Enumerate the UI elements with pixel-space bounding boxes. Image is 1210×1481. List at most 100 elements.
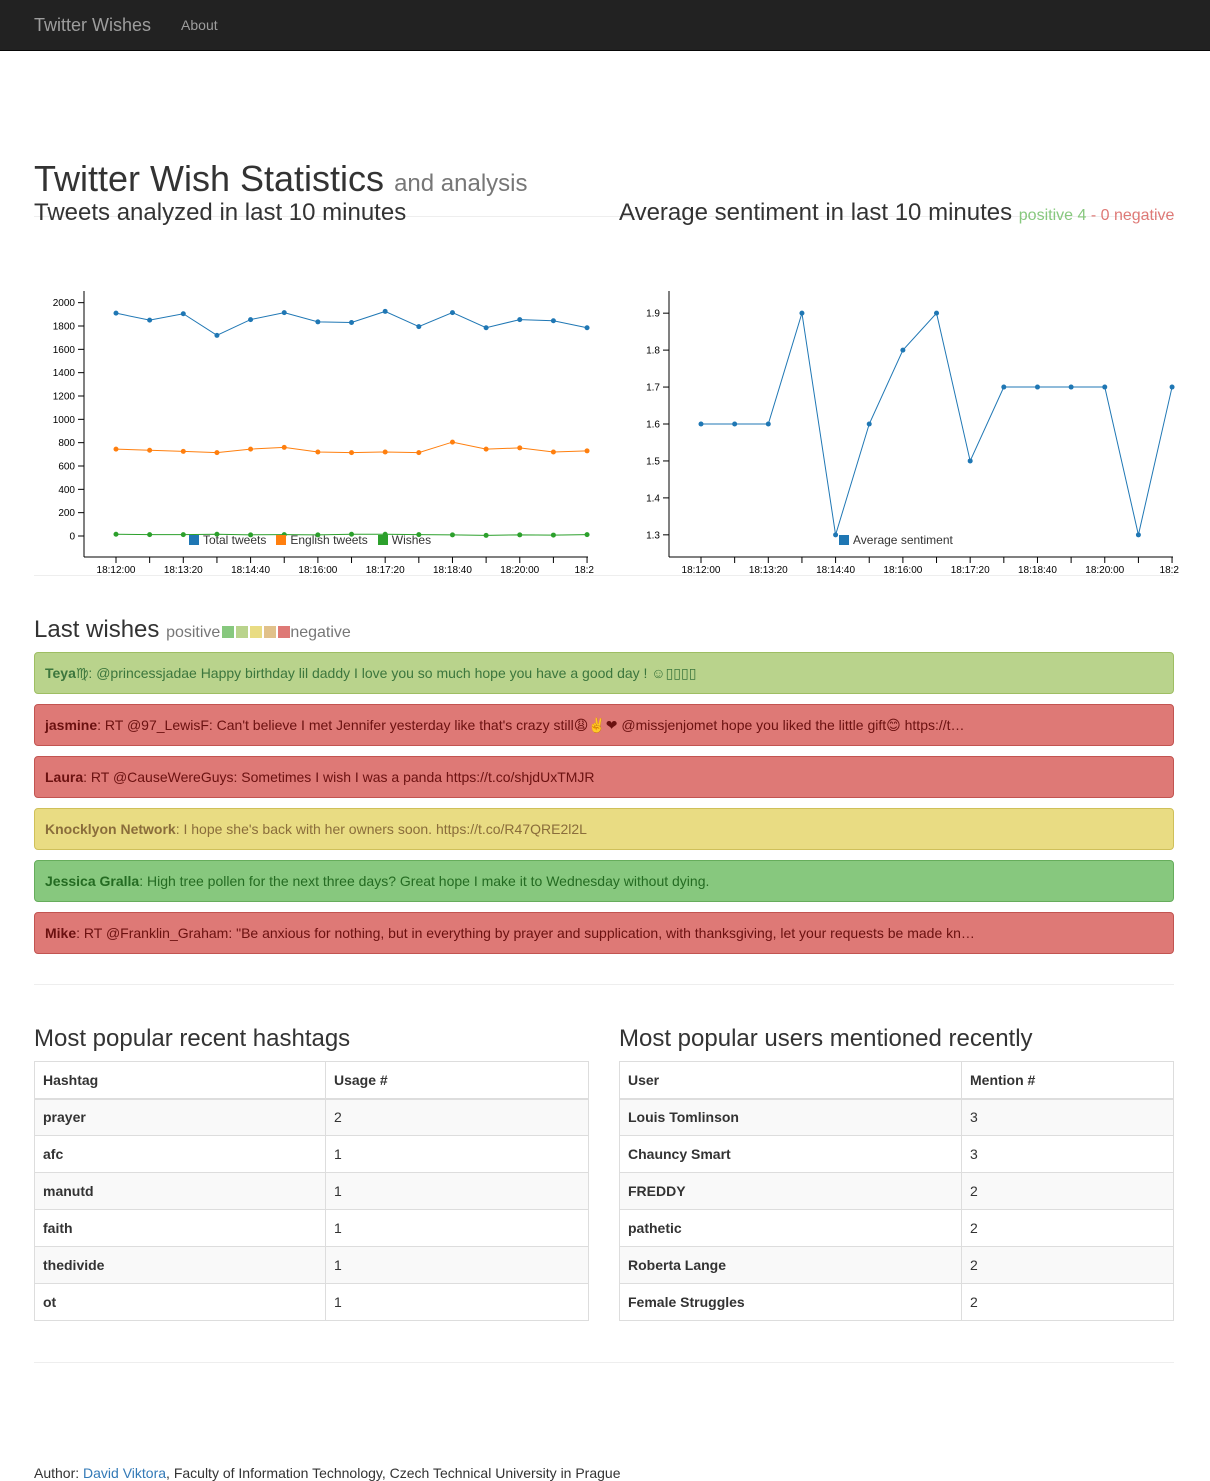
data-point[interactable] — [866, 421, 872, 427]
table-cell-name: Louis Tomlinson — [619, 1098, 962, 1136]
legend-label: Total tweets — [203, 533, 267, 547]
legend-item-average-sentiment[interactable]: Average sentiment — [839, 533, 953, 547]
wish-user[interactable]: Mike — [45, 925, 76, 941]
data-point[interactable] — [765, 421, 771, 427]
nav-about-link[interactable]: About — [181, 17, 218, 33]
table-cell-name: thedivide — [34, 1246, 326, 1284]
data-point[interactable] — [180, 311, 186, 317]
wish-text: : @princessjadae Happy birthday lil dadd… — [88, 665, 697, 681]
navbar: Twitter Wishes About — [0, 0, 1210, 51]
data-point[interactable] — [349, 320, 355, 325]
data-point[interactable] — [483, 325, 489, 331]
scale-swatch — [222, 626, 235, 638]
data-point[interactable] — [281, 444, 287, 450]
scale-swatch — [264, 626, 277, 638]
data-point[interactable] — [315, 319, 321, 325]
data-point[interactable] — [900, 347, 906, 353]
data-point[interactable] — [382, 308, 388, 314]
data-point[interactable] — [483, 532, 489, 538]
data-point[interactable] — [180, 448, 186, 454]
data-point[interactable] — [517, 532, 523, 538]
data-point[interactable] — [584, 448, 590, 454]
sentiment-chart-legend: Average sentiment — [839, 533, 953, 547]
data-point[interactable] — [584, 532, 590, 538]
data-point[interactable] — [584, 325, 590, 331]
table-row: afc 1 — [34, 1135, 589, 1173]
wish-user[interactable]: Jessica Gralla — [45, 873, 139, 889]
col-header-user[interactable]: User — [619, 1061, 962, 1100]
wish-user[interactable]: Laura — [45, 769, 83, 785]
wish-user[interactable]: Knocklyon Network — [45, 821, 176, 837]
data-point[interactable] — [449, 532, 455, 538]
data-point[interactable] — [147, 447, 153, 453]
data-point[interactable] — [698, 421, 704, 427]
table-row: pathetic 2 — [619, 1209, 1174, 1247]
data-point[interactable] — [416, 324, 422, 330]
data-point[interactable] — [833, 532, 839, 538]
data-point[interactable] — [483, 446, 489, 452]
data-point[interactable] — [1169, 384, 1175, 390]
table-row: Female Struggles 2 — [619, 1283, 1174, 1321]
data-point[interactable] — [449, 439, 455, 445]
data-point[interactable] — [732, 421, 738, 427]
data-point[interactable] — [1135, 532, 1141, 538]
scale-positive-label: positive — [166, 624, 221, 641]
author-link[interactable]: David Viktora — [83, 1465, 166, 1481]
brand-link[interactable]: Twitter Wishes — [34, 15, 151, 36]
data-point[interactable] — [1034, 384, 1040, 390]
data-point[interactable] — [449, 310, 455, 316]
legend-item-total-tweets[interactable]: Total tweets — [189, 533, 266, 547]
divider — [34, 575, 1174, 576]
footer: Author: David Viktora, Faculty of Inform… — [34, 1465, 621, 1481]
col-header-mentions[interactable]: Mention # — [961, 1061, 1174, 1100]
data-point[interactable] — [214, 450, 220, 456]
table-row: Louis Tomlinson 3 — [619, 1098, 1174, 1136]
legend-item-wishes[interactable]: Wishes — [377, 533, 432, 547]
wish-user[interactable]: jasmine — [45, 717, 97, 733]
data-point[interactable] — [550, 532, 556, 538]
data-point[interactable] — [214, 332, 220, 338]
data-point[interactable] — [113, 310, 119, 316]
legend-item-english-tweets[interactable]: English tweets — [276, 533, 368, 547]
data-point[interactable] — [113, 531, 119, 537]
data-point[interactable] — [416, 450, 422, 456]
mentions-table: User Mention # Louis Tomlinson 3 Chauncy S… — [619, 1061, 1174, 1321]
sentiment-scale — [220, 624, 291, 641]
wish-item: jasmine: RT @97_LewisF: Can't believe I … — [34, 704, 1174, 746]
legend-label: Wishes — [391, 533, 432, 547]
data-point[interactable] — [799, 310, 805, 316]
data-point[interactable] — [315, 449, 321, 455]
mentions-title: Most popular users mentioned recently — [619, 1025, 1033, 1052]
data-point[interactable] — [517, 317, 523, 323]
data-point[interactable] — [934, 310, 940, 316]
data-point[interactable] — [349, 450, 355, 456]
data-point[interactable] — [248, 317, 254, 323]
y-tick-label: 400 — [58, 485, 75, 496]
hashtags-table-body: prayer 2 afc 1 manutd 1 faith 1 thedivide 1 ot 1 — [34, 1098, 589, 1321]
data-point[interactable] — [248, 446, 254, 452]
data-point[interactable] — [147, 532, 153, 538]
table-cell-count: 1 — [325, 1246, 589, 1284]
y-tick-label: 1.8 — [646, 346, 660, 357]
col-header-hashtag[interactable]: Hashtag — [34, 1061, 326, 1100]
data-point[interactable] — [967, 458, 973, 464]
data-point[interactable] — [113, 446, 119, 452]
wish-user[interactable]: Teya♍ — [45, 665, 88, 681]
data-point[interactable] — [1102, 384, 1108, 390]
last-wishes-title: Last wishes positive negative — [34, 616, 351, 643]
positive-count: positive 4 — [1018, 207, 1087, 224]
col-header-usage[interactable]: Usage # — [325, 1061, 589, 1100]
data-point[interactable] — [1001, 384, 1007, 390]
data-point[interactable] — [550, 318, 556, 324]
data-point[interactable] — [281, 310, 287, 316]
data-point[interactable] — [1068, 384, 1074, 390]
page-title: Twitter Wish Statistics and analysis — [34, 159, 528, 199]
data-point[interactable] — [550, 449, 556, 455]
data-point[interactable] — [147, 317, 153, 323]
sentiment-title-text: Average sentiment in last 10 minutes — [619, 199, 1013, 226]
data-point[interactable] — [382, 449, 388, 455]
table-cell-name: ot — [34, 1283, 326, 1321]
last-wishes-title-text: Last wishes — [34, 616, 160, 643]
data-point[interactable] — [517, 445, 523, 451]
data-point[interactable] — [180, 532, 186, 538]
